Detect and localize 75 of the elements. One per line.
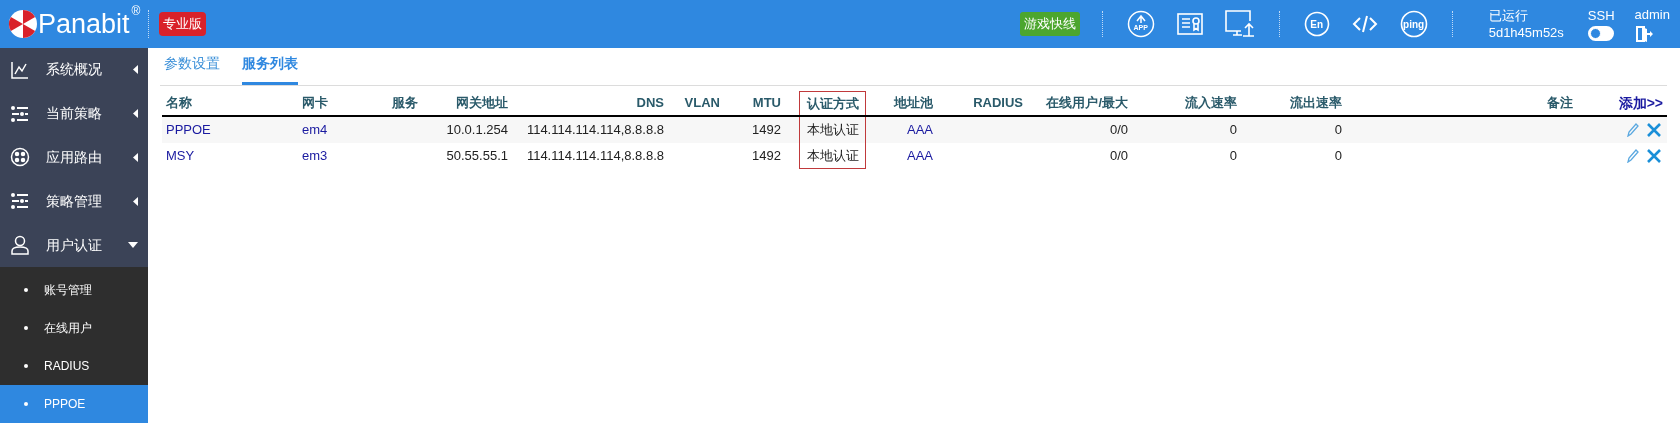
table-link[interactable]: MSY xyxy=(166,146,195,166)
table-cell-text: 0/0 xyxy=(1109,121,1128,140)
column-header: 流出速率 xyxy=(1290,94,1342,113)
ssh-toggle[interactable] xyxy=(1588,26,1615,41)
edition-badge: 专业版 xyxy=(159,12,206,36)
caret-left-icon xyxy=(133,65,138,75)
table-cell-text: 0/0 xyxy=(1109,147,1128,166)
sliders-icon xyxy=(10,193,30,210)
sidebar-subitem[interactable]: PPPOE xyxy=(0,385,148,423)
table-cell-text: 0 xyxy=(1229,121,1237,140)
table-cell-text: 本地认证 xyxy=(806,121,859,140)
edit-icon[interactable] xyxy=(1627,123,1639,137)
ping-icon[interactable]: ping xyxy=(1399,10,1428,38)
ssh-label: SSH xyxy=(1587,7,1615,24)
sidebar-item[interactable]: 系统概况 xyxy=(0,48,148,92)
code-icon[interactable] xyxy=(1351,13,1378,35)
sliders-icon xyxy=(10,105,30,122)
table-cell-text: 114.114.114.114,8.8.8.8 xyxy=(526,121,664,140)
language-icon[interactable]: En xyxy=(1303,11,1330,37)
table-cell-text: 0 xyxy=(1334,147,1342,166)
column-header: 地址池 xyxy=(894,94,933,113)
sidebar-subitem[interactable]: 在线用户 xyxy=(0,309,148,347)
sidebar-item[interactable]: 策略管理 xyxy=(0,179,148,224)
registered-mark: ® xyxy=(131,4,141,18)
column-header: RADIUS xyxy=(973,94,1023,113)
table-cell-text: 114.114.114.114,8.8.8.8 xyxy=(526,147,664,166)
add-link[interactable]: 添加>> xyxy=(1618,92,1663,114)
delete-icon[interactable] xyxy=(1647,123,1661,137)
tab[interactable]: 服务列表 xyxy=(242,53,298,85)
table-link[interactable]: AAA xyxy=(907,120,933,140)
sidebar-item[interactable]: 应用路由 xyxy=(0,135,148,180)
table-cell-text: 0 xyxy=(1229,147,1237,166)
edit-icon[interactable] xyxy=(1627,149,1639,163)
brand-name: Panabit xyxy=(38,8,130,41)
uptime-value: 5d1h45m52s xyxy=(1488,24,1564,41)
column-header: 网关地址 xyxy=(456,94,508,113)
table-link[interactable]: em4 xyxy=(302,120,328,140)
column-header: 在线用户/最大 xyxy=(1046,94,1128,113)
sidebar-subitem[interactable]: 账号管理 xyxy=(0,271,148,309)
table-link[interactable]: AAA xyxy=(907,146,933,166)
chart-icon xyxy=(10,60,30,79)
user-icon xyxy=(10,235,30,256)
column-header: 备注 xyxy=(1547,94,1573,113)
tab[interactable]: 参数设置 xyxy=(164,53,220,85)
caret-down-icon xyxy=(128,242,138,249)
table-link[interactable]: em3 xyxy=(302,146,328,166)
column-header: 服务 xyxy=(392,94,418,113)
caret-left-icon xyxy=(133,109,138,119)
table-cell-text: 1492 xyxy=(752,147,781,166)
table-cell-text: 50.55.55.1 xyxy=(446,147,508,166)
column-header: 名称 xyxy=(166,94,192,113)
column-header: MTU xyxy=(752,94,781,113)
certificate-icon[interactable] xyxy=(1176,13,1203,35)
uptime-label: 已运行 xyxy=(1488,7,1529,24)
sidebar-item[interactable]: 当前策略 xyxy=(0,91,148,136)
sidebar-item[interactable]: 用户认证 xyxy=(0,223,148,267)
logout-icon[interactable] xyxy=(1634,24,1653,43)
column-header: 认证方式 xyxy=(806,94,859,113)
caret-left-icon xyxy=(133,196,138,206)
column-header: VLAN xyxy=(684,94,720,113)
monitor-upload-icon[interactable] xyxy=(1224,10,1255,38)
circle-dots-icon xyxy=(10,147,30,168)
table-cell-text: 10.0.1.254 xyxy=(446,121,508,140)
column-header: DNS xyxy=(636,94,664,113)
caret-left-icon xyxy=(133,153,138,162)
table-link[interactable]: PPPOE xyxy=(166,120,211,140)
column-header: 网卡 xyxy=(302,94,328,113)
table-cell-text: 1492 xyxy=(752,121,781,140)
table-cell-text: 本地认证 xyxy=(806,146,859,165)
logo-icon xyxy=(8,9,38,39)
table-cell-text: 0 xyxy=(1334,121,1342,140)
column-header: 流入速率 xyxy=(1185,94,1237,113)
delete-icon[interactable] xyxy=(1647,149,1661,163)
sidebar-subitem[interactable]: RADIUS xyxy=(0,347,148,385)
user-name: admin xyxy=(1634,5,1670,23)
